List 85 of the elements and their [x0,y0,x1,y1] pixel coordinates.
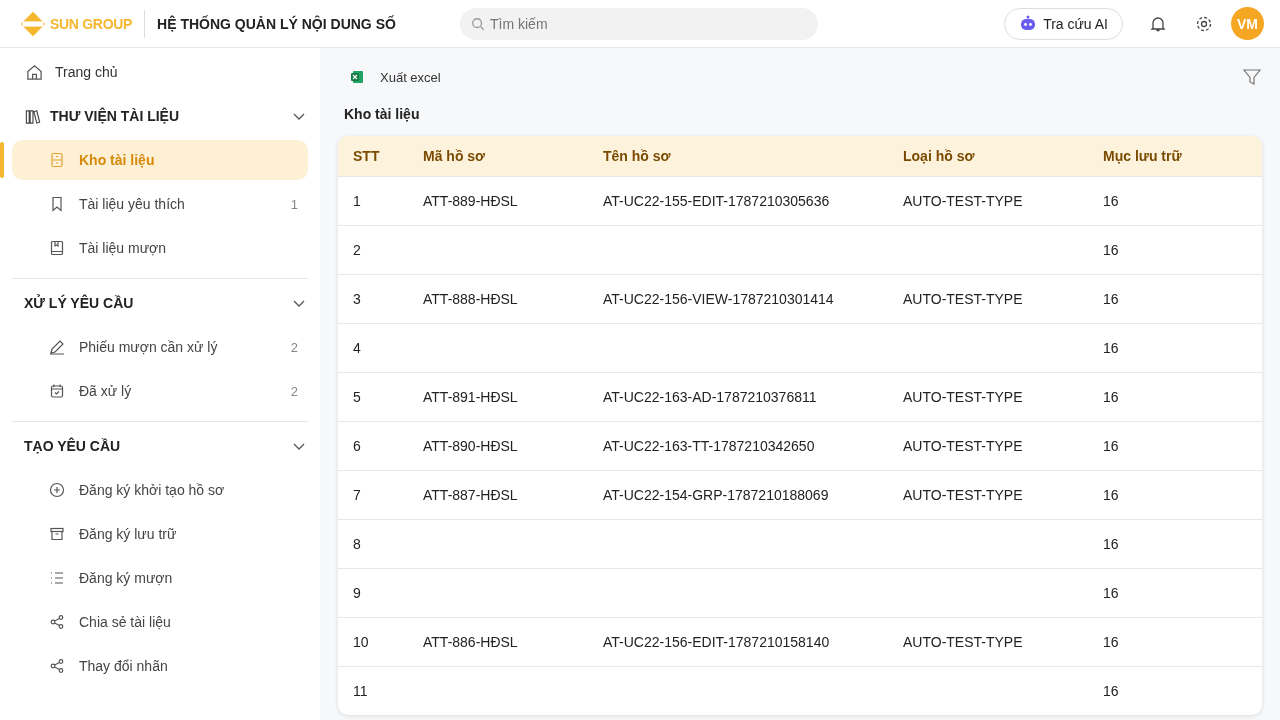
table-cell: 16 [1103,340,1119,356]
sidebar-item[interactable]: Đăng ký lưu trữ [12,514,308,554]
table-cell: 4 [353,340,361,356]
robot-icon [1019,14,1038,33]
table-cell: AT-UC22-155-EDIT-1787210305636 [603,193,830,209]
search-field[interactable]: Tìm kiếm [460,7,818,40]
sidebar-item[interactable]: Đăng ký mượn [12,558,308,598]
table-cell: 7 [353,487,361,503]
export-excel-button[interactable]: Xuất excel [350,69,441,85]
table-cell: 16 [1103,389,1119,405]
sidebar-item[interactable]: Tài liệu yêu thích 1 [12,184,308,224]
item-count: 2 [290,383,298,399]
sidebar-item[interactable]: Tài liệu mượn [12,228,308,268]
table-cell: 10 [353,634,369,650]
filter-icon[interactable] [1242,67,1262,87]
sidebar-item[interactable]: Đăng ký khởi tạo hồ sơ [12,470,308,510]
share-icon [49,658,65,674]
table-cell: ATT-886-HĐSL [423,634,518,650]
table-cell: 16 [1103,585,1119,601]
column-header: Mã hồ sơ [422,148,487,164]
table-cell: 16 [1103,683,1119,699]
column-header: Tên hồ sơ [602,148,672,164]
table-cell: 5 [353,389,361,405]
ai-search-button[interactable]: Tra cứu AI [1004,7,1123,40]
notification-bell-icon[interactable] [1149,14,1167,33]
logo-icon [18,10,48,37]
table-cell: AUTO-TEST-TYPE [903,291,1023,307]
table-cell: ATT-890-HĐSL [423,438,518,454]
column-header: STT [352,148,381,164]
table-cell: ATT-887-HĐSL [423,487,518,503]
bookmark-icon [49,196,65,212]
table-cell: AUTO-TEST-TYPE [903,634,1023,650]
table-cell: 16 [1103,438,1119,454]
sidebar-item[interactable]: Chia sẻ tài liệu [12,602,308,642]
pencil-icon [49,339,65,355]
table-cell: 16 [1103,634,1119,650]
sidebar-item[interactable]: Phiếu mượn cần xử lý 2 [12,327,308,367]
table-cell: AUTO-TEST-TYPE [903,389,1023,405]
table-cell: AT-UC22-154-GRP-1787210188069 [603,487,829,503]
table-cell: 16 [1103,193,1119,209]
share-icon [49,614,65,630]
home-menu-item[interactable]: Trang chủ [0,52,320,92]
sidebar-item[interactable]: Đã xử lý 2 [12,371,308,411]
table-cell: 6 [353,438,361,454]
archive-icon [49,526,65,542]
table-cell: AT-UC22-163-AD-1787210376811 [603,389,817,405]
table-cell: 16 [1103,291,1119,307]
table-cell: ATT-891-HĐSL [423,389,518,405]
table-cell: AUTO-TEST-TYPE [903,438,1023,454]
table-cell: AUTO-TEST-TYPE [903,193,1023,209]
app-title: HỆ THỐNG QUẢN LÝ NỘI DUNG SỐ [157,15,396,32]
page-title: Kho tài liệu [344,106,421,122]
plus-icon [49,482,65,498]
table-cell: 1 [353,193,361,209]
home-icon [26,63,43,81]
table-cell: 11 [353,683,368,699]
drawer-icon [49,152,65,168]
table-cell: 2 [353,242,361,258]
table-cell: 3 [353,291,361,307]
table-cell: 16 [1103,487,1119,503]
table-cell: 8 [353,536,361,552]
table-cell: 16 [1103,536,1119,552]
section-header[interactable]: THƯ VIỆN TÀI LIỆU [12,92,308,140]
section-header[interactable]: XỬ LÝ YÊU CẦU [12,279,308,327]
item-count: 2 [290,339,298,355]
table-cell: AT-UC22-156-VIEW-1787210301414 [603,291,834,307]
settings-icon[interactable] [1195,14,1213,33]
table-cell: 16 [1103,242,1119,258]
table-cell: AT-UC22-156-EDIT-1787210158140 [603,634,830,650]
spreadsheet-icon [350,70,364,84]
item-count: 1 [290,196,298,212]
table-cell: 9 [353,585,361,601]
sidebar-item[interactable]: Thay đổi nhãn [12,646,308,686]
logo-text: SUN GROUP [50,15,133,32]
calendar-icon [49,383,65,399]
table-cell: ATT-889-HĐSL [423,193,518,209]
table-cell: AT-UC22-163-TT-1787210342650 [603,438,815,454]
table-cell: ATT-888-HĐSL [423,291,518,307]
book-icon [49,240,65,256]
column-header: Mục lưu trữ [1102,148,1183,164]
section-header[interactable]: TẠO YÊU CẦU [12,422,308,470]
column-header: Loại hồ sơ [902,148,976,164]
table-cell: AUTO-TEST-TYPE [903,487,1023,503]
list-icon [49,570,65,586]
books-icon [24,107,42,125]
